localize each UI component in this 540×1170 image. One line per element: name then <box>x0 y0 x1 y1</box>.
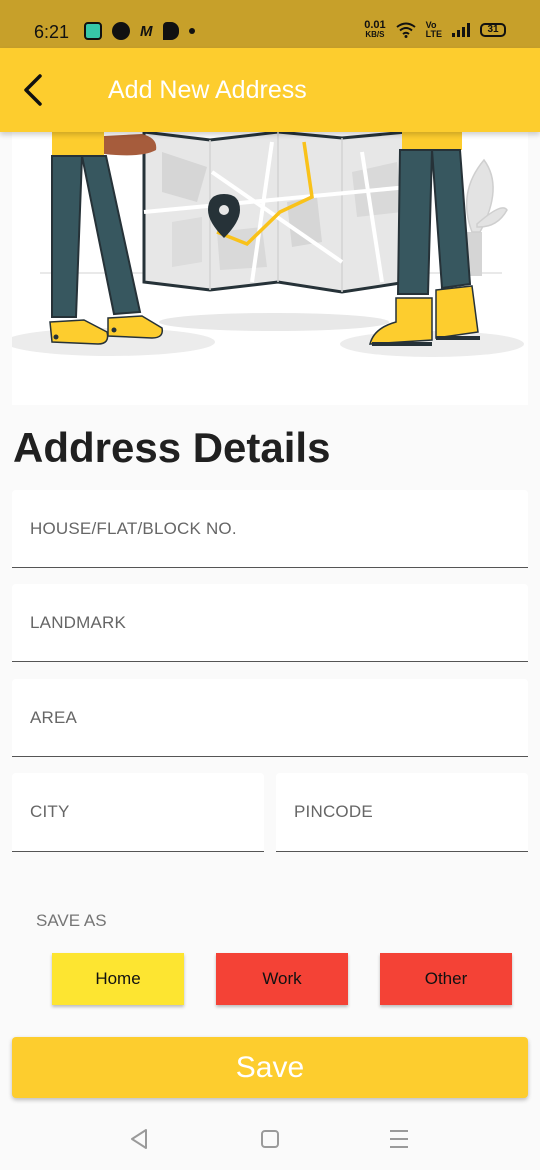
wifi-icon <box>396 22 416 38</box>
pincode-field <box>276 773 528 852</box>
status-bar: 6:21 M 0.01 KB/S Vo LTE 31 <box>0 0 540 48</box>
pincode-input[interactable] <box>276 773 528 851</box>
back-button[interactable] <box>14 68 54 112</box>
nav-menu-icon[interactable] <box>384 1124 414 1154</box>
status-time: 6:21 <box>34 22 70 42</box>
signal-icon <box>452 23 470 37</box>
people-with-map-illustration <box>12 132 524 357</box>
map-illustration <box>12 132 528 405</box>
notification-icons: M <box>84 22 195 40</box>
payment-notification-icon <box>162 22 179 40</box>
status-indicators: 0.01 KB/S Vo LTE 31 <box>364 20 506 40</box>
volte-bottom: LTE <box>425 29 442 39</box>
house-flat-block-field <box>12 490 528 568</box>
battery-level: 31 <box>487 24 499 35</box>
city-input[interactable] <box>12 773 264 851</box>
save-button[interactable]: Save <box>12 1037 528 1098</box>
back-arrow-icon <box>24 74 42 106</box>
network-speed: 0.01 KB/S <box>364 20 385 40</box>
save-as-work-button[interactable]: Work <box>216 953 348 1005</box>
house-flat-block-input[interactable] <box>12 490 528 567</box>
app-bar: Add New Address <box>0 48 540 132</box>
nav-home-icon[interactable] <box>255 1124 285 1154</box>
save-as-other-button[interactable]: Other <box>380 953 512 1005</box>
area-input[interactable] <box>12 679 528 756</box>
area-field <box>12 679 528 757</box>
app-notification-icon <box>84 22 102 40</box>
volte-indicator: Vo LTE <box>426 21 442 39</box>
city-field <box>12 773 264 852</box>
more-notifications-icon <box>188 28 195 34</box>
chat-notification-icon <box>112 22 130 40</box>
nav-back-icon[interactable] <box>126 1124 156 1154</box>
network-speed-unit: KB/S <box>365 30 385 39</box>
page-title: Add New Address <box>108 76 307 104</box>
battery-icon: 31 <box>480 23 506 37</box>
address-details-title: Address Details <box>13 424 331 471</box>
landmark-input[interactable] <box>12 584 528 661</box>
system-nav-bar <box>0 1104 540 1170</box>
save-as-label: SAVE AS <box>36 911 107 930</box>
save-as-home-button[interactable]: Home <box>52 953 184 1005</box>
landmark-field <box>12 584 528 662</box>
mail-notification-icon: M <box>140 22 153 40</box>
